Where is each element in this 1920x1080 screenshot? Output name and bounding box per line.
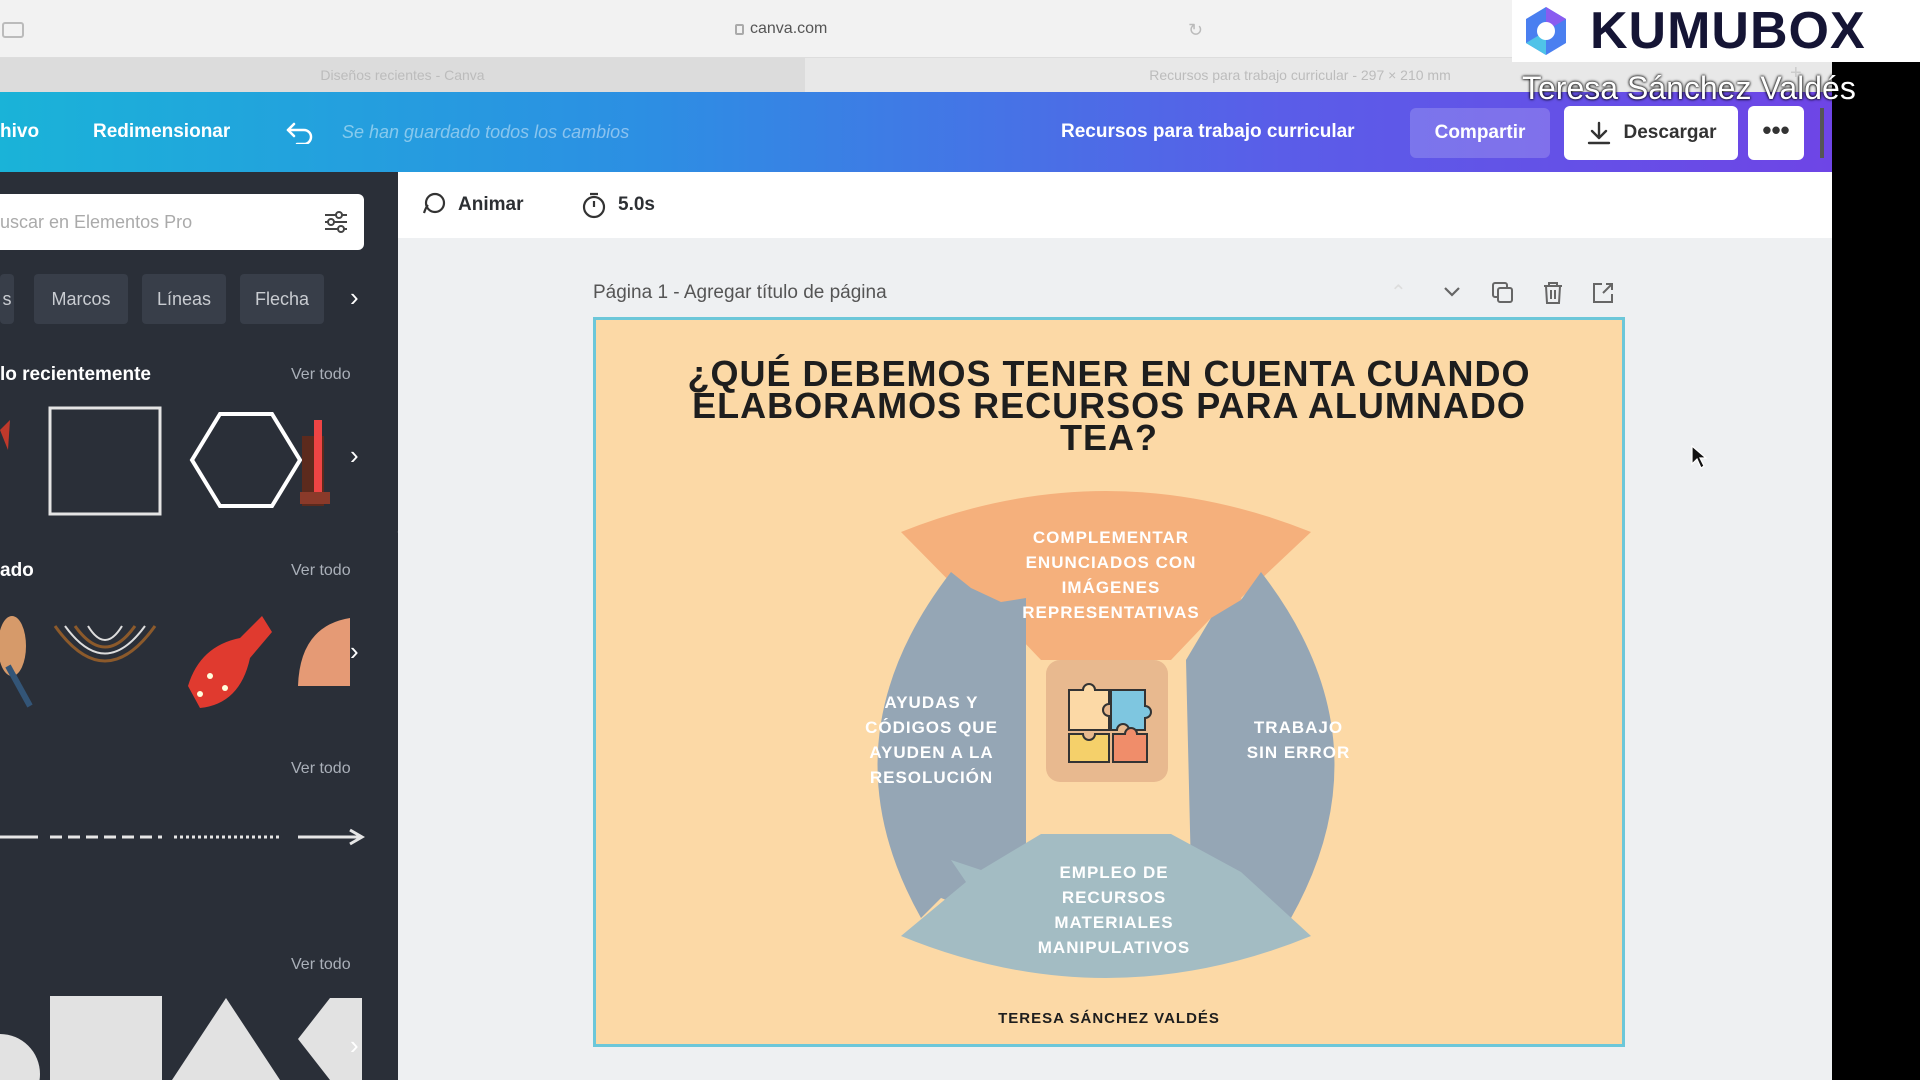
elements-panel: uscar en Elementos Pro s Marcos Líneas F… [0, 172, 398, 1080]
section-title-featured: ado [0, 560, 34, 581]
see-all-link[interactable]: Ver todo [291, 956, 351, 974]
kumubox-brand: KUMUBOX [1590, 2, 1866, 60]
chevron-right-icon[interactable]: › [350, 440, 359, 471]
timer-icon [582, 192, 606, 219]
delete-page-icon[interactable] [1540, 280, 1566, 306]
mouse-cursor-icon [1691, 444, 1708, 469]
download-icon [1587, 121, 1610, 145]
chevron-right-icon[interactable]: › [350, 636, 359, 667]
title-line: TEA? [1060, 417, 1158, 458]
partial-figure-element [0, 616, 26, 676]
chip-marcos[interactable]: Marcos [34, 274, 128, 324]
chevron-up-icon[interactable]: ⌃ [1390, 280, 1407, 305]
chip-partial[interactable]: s [0, 274, 14, 324]
add-page-icon[interactable] [1590, 280, 1616, 306]
chip-flecha[interactable]: Flecha [240, 274, 324, 324]
browser-tab[interactable]: Diseños recientes - Canva [0, 58, 805, 92]
url-text: canva.com [750, 20, 828, 37]
chevron-right-icon[interactable]: › [350, 274, 370, 324]
petal-text-bottom[interactable]: EMPLEO DE RECURSOS MATERIALES MANIPULATI… [994, 860, 1234, 960]
download-button[interactable]: Descargar [1564, 106, 1738, 160]
hexagon-element [189, 412, 303, 508]
see-all-link[interactable]: Ver todo [291, 760, 351, 778]
kumubox-logo-icon [1526, 7, 1566, 55]
petal-line: RESOLUCIÓN [869, 768, 994, 787]
shape-element [298, 618, 350, 686]
square-shape [50, 996, 162, 1080]
petal-line: ENUNCIADOS CON [1025, 553, 1197, 572]
square-frame-element [48, 406, 162, 516]
petal-line: AYUDAS Y [884, 693, 979, 712]
download-label: Descargar [1623, 122, 1717, 143]
triangle-shape [172, 998, 280, 1080]
editor-toolbar: Animar 5.0s [398, 172, 1832, 238]
chevron-right-icon[interactable]: › [350, 1030, 359, 1061]
see-all-link[interactable]: Ver todo [291, 366, 351, 384]
animate-icon [422, 192, 446, 214]
sidebar-toggle-icon[interactable] [2, 22, 24, 38]
section-title-recent: lo recientemente [0, 364, 151, 385]
duration-button[interactable]: 5.0s [580, 172, 655, 238]
petal-text-top[interactable]: COMPLEMENTAR ENUNCIADOS CON IMÁGENES REP… [991, 525, 1231, 625]
recent-element-partial [0, 420, 10, 450]
chip-lineas[interactable]: Líneas [142, 274, 226, 324]
petal-line: AYUDEN A LA [869, 743, 994, 762]
resize-button[interactable]: Redimensionar [93, 92, 230, 172]
chevron-down-icon[interactable] [1440, 280, 1464, 304]
duration-label: 5.0s [618, 194, 655, 215]
lines-row [0, 828, 365, 846]
circle-shape [0, 1034, 40, 1080]
presenter-name: Teresa Sánchez Valdés [1522, 70, 1856, 106]
filter-icon[interactable] [322, 208, 350, 236]
petal-line: MATERIALES [1054, 913, 1174, 932]
kumubox-logo: KUMUBOX [1512, 0, 1920, 62]
design-title[interactable]: ¿QUÉ DEBEMOS TENER EN CUENTA CUANDO ELAB… [636, 356, 1582, 458]
address-bar[interactable]: canva.com [735, 20, 827, 38]
petal-line: REPRESENTATIVAS [1022, 603, 1200, 622]
petal-line: MANIPULATIVOS [1037, 938, 1191, 957]
animate-button[interactable]: Animar [420, 172, 523, 238]
petal-text-right[interactable]: TRABAJO SIN ERROR [1211, 715, 1386, 765]
petal-line: IMÁGENES [1061, 578, 1161, 597]
design-page[interactable]: ¿QUÉ DEBEMOS TENER EN CUENTA CUANDO ELAB… [593, 317, 1625, 1047]
file-menu[interactable]: hivo [0, 92, 39, 172]
petal-line: RECURSOS [1061, 888, 1167, 907]
lock-icon [735, 23, 744, 35]
petal-line: TRABAJO [1253, 718, 1344, 737]
see-all-link[interactable]: Ver todo [291, 562, 351, 580]
more-options-button[interactable]: ••• [1748, 106, 1804, 160]
save-status: Se han guardado todos los cambios [342, 122, 630, 142]
petal-line: SIN ERROR [1246, 743, 1351, 762]
page-title[interactable]: Página 1 - Agregar título de página [593, 282, 887, 304]
right-black-area [1832, 0, 1920, 1080]
reload-icon[interactable]: ↻ [1188, 20, 1203, 41]
header-divider [1820, 108, 1824, 158]
petal-line: EMPLEO DE [1059, 863, 1169, 882]
petal-line: CÓDIGOS QUE [865, 718, 998, 737]
petal-text-left[interactable]: AYUDAS Y CÓDIGOS QUE AYUDEN A LA RESOLUC… [844, 690, 1019, 790]
animate-label: Animar [458, 194, 524, 215]
undo-icon[interactable] [285, 120, 315, 144]
search-input[interactable]: uscar en Elementos Pro [0, 194, 364, 250]
design-name[interactable]: Recursos para trabajo curricular [1061, 92, 1355, 172]
puzzle-icon [1068, 683, 1152, 763]
design-author[interactable]: TERESA SÁNCHEZ VALDÉS [596, 1010, 1622, 1027]
duplicate-page-icon[interactable] [1490, 280, 1516, 306]
shapes-row [0, 996, 362, 1080]
featured-elements-row [0, 616, 350, 708]
share-button[interactable]: Compartir [1410, 108, 1550, 158]
search-placeholder: uscar en Elementos Pro [0, 212, 193, 232]
petal-line: COMPLEMENTAR [1032, 528, 1190, 547]
recent-elements-row [0, 406, 330, 516]
